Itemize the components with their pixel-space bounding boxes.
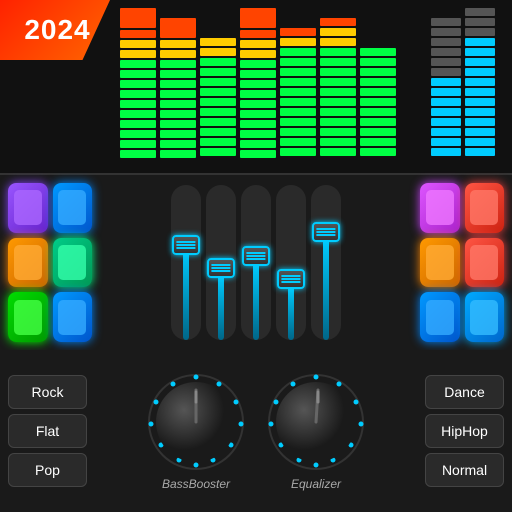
bass-booster-container: BassBooster [146, 372, 246, 491]
pad-left-2[interactable] [53, 183, 93, 233]
year-text: 2024 [19, 14, 90, 46]
pad-right-1[interactable] [420, 183, 460, 233]
pad-left-4[interactable] [53, 238, 93, 288]
pad-left-1[interactable] [8, 183, 48, 233]
fader-5[interactable] [311, 185, 341, 340]
fader-2[interactable] [206, 185, 236, 340]
preset-dance-button[interactable]: Dance [425, 375, 504, 409]
preset-normal-button[interactable]: Normal [425, 453, 504, 487]
pad-right-6[interactable] [465, 292, 505, 342]
preset-pop-button[interactable]: Pop [8, 453, 87, 487]
right-preset-buttons: Dance HipHop Normal [417, 350, 512, 512]
knobs-section: BassBooster [95, 350, 417, 512]
preset-rock-button[interactable]: Rock [8, 375, 87, 409]
pad-grid-right [412, 175, 512, 350]
pad-right-3[interactable] [420, 238, 460, 288]
eq-visualizer-section: 2024 [0, 0, 512, 175]
year-badge: 2024 [0, 0, 110, 60]
eq-bars [118, 8, 413, 166]
fader-3[interactable] [241, 185, 271, 340]
vu-meter [429, 8, 507, 166]
equalizer-label: Equalizer [291, 477, 341, 491]
bass-booster-label: BassBooster [162, 477, 230, 491]
equalizer-container: Equalizer [266, 372, 366, 491]
pad-grid-left [0, 175, 100, 350]
preset-flat-button[interactable]: Flat [8, 414, 87, 448]
fader-section [100, 175, 412, 350]
fader-1[interactable] [171, 185, 201, 340]
pad-right-2[interactable] [465, 183, 505, 233]
preset-hiphop-button[interactable]: HipHop [425, 414, 504, 448]
equalizer-knob-wrap[interactable] [266, 372, 366, 472]
bass-booster-knob-wrap[interactable] [146, 372, 246, 472]
pad-left-6[interactable] [53, 292, 93, 342]
pad-left-5[interactable] [8, 292, 48, 342]
pad-right-5[interactable] [420, 292, 460, 342]
pad-right-4[interactable] [465, 238, 505, 288]
left-preset-buttons: Rock Flat Pop [0, 350, 95, 512]
fader-4[interactable] [276, 185, 306, 340]
pad-left-3[interactable] [8, 238, 48, 288]
bottom-section: Rock Flat Pop [0, 350, 512, 512]
mixer-section [0, 175, 512, 350]
